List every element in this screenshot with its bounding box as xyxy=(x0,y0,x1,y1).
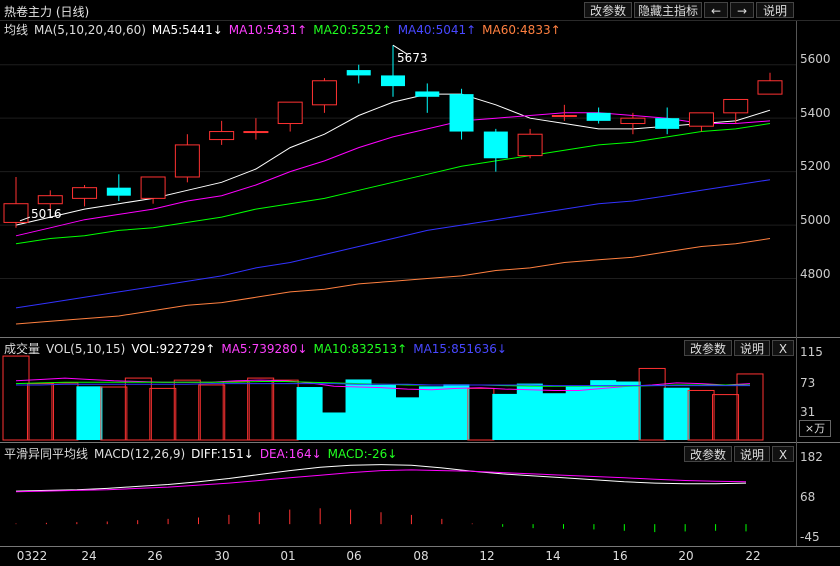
high-annotation: 5673 xyxy=(397,51,428,65)
candle-body-up xyxy=(311,80,337,106)
volume-bar-down xyxy=(516,383,543,440)
volume-bar-down xyxy=(663,387,690,440)
y-tick-label: 5400 xyxy=(800,106,831,120)
panel-divider xyxy=(0,337,840,338)
ma-line-ma60 xyxy=(15,238,771,325)
ma-line-ma20 xyxy=(15,123,771,245)
vol-y-tick-label: 73 xyxy=(800,376,816,390)
x-tick-label: 14 xyxy=(545,549,561,563)
ma-line-ma5 xyxy=(15,93,771,226)
y-tick-label: 5600 xyxy=(800,52,831,66)
x-tick-label: 01 xyxy=(280,549,296,563)
candle-body-up xyxy=(277,101,303,125)
volume-bar-down xyxy=(370,384,396,440)
candle-body-up xyxy=(517,133,543,157)
volume-bar-up xyxy=(51,382,79,441)
x-tick-label: 24 xyxy=(81,549,97,563)
volume-bar-down xyxy=(492,393,519,440)
macd-y-tick-label: 182 xyxy=(800,450,823,464)
x-tick-label: 26 xyxy=(147,549,163,563)
candle-body-up xyxy=(723,98,749,114)
volume-bar-down xyxy=(418,386,445,440)
volume-bar-down xyxy=(541,393,568,440)
candle-body-up xyxy=(140,176,166,199)
y-axis-divider xyxy=(796,21,797,546)
candle-body-up xyxy=(37,195,63,205)
volume-bar-down xyxy=(394,397,421,440)
x-tick-label: 16 xyxy=(612,549,628,563)
volume-bar-down xyxy=(565,386,592,440)
macd-y-tick-label: 68 xyxy=(800,490,816,504)
macd-line-diff xyxy=(15,464,747,492)
candle-body-down xyxy=(346,70,371,76)
candle-body-up xyxy=(174,144,200,178)
volume-bar-up xyxy=(467,387,495,441)
vol-y-tick-label: 115 xyxy=(800,345,823,359)
axis-divider xyxy=(0,546,840,547)
volume-bar-down xyxy=(345,379,372,440)
x-tick-label: 20 xyxy=(678,549,694,563)
x-tick-label: 0322 xyxy=(16,549,48,563)
volume-bar-up xyxy=(638,367,666,441)
volume-chart xyxy=(2,355,764,441)
candle-body-down xyxy=(415,91,440,97)
x-tick-label: 08 xyxy=(413,549,429,563)
volume-bar-down xyxy=(296,387,323,440)
candle-body-up xyxy=(620,117,646,125)
volume-bar-up xyxy=(198,384,226,441)
candle-body-up xyxy=(243,131,269,134)
y-tick-label: 5200 xyxy=(800,159,831,173)
candle-body-up xyxy=(72,187,98,199)
macd-y-tick-label: -45 xyxy=(800,530,820,544)
volume-bar-up xyxy=(687,389,715,441)
low-annotation: 5016 xyxy=(31,207,62,221)
x-tick-label: 06 xyxy=(346,549,362,563)
candle-body-down xyxy=(483,131,508,159)
volume-bar-up xyxy=(271,379,299,441)
volume-bar-up xyxy=(2,355,30,441)
volume-bar-up xyxy=(247,377,275,441)
y-tick-label: 4800 xyxy=(800,267,831,281)
volume-bar-up xyxy=(100,386,128,441)
candle-body-up xyxy=(209,131,235,141)
candle-body-down xyxy=(586,112,611,121)
ma-line-ma10 xyxy=(15,112,771,237)
candle-body-down xyxy=(106,187,131,196)
ma-line-ma40 xyxy=(15,179,771,309)
macd-chart xyxy=(15,464,747,533)
volume-bar-up xyxy=(712,394,740,441)
macd-line-dea xyxy=(15,469,747,493)
candle-body-up xyxy=(688,112,714,127)
candle-body-up xyxy=(551,115,577,118)
x-tick-label: 12 xyxy=(479,549,495,563)
volume-unit-badge[interactable]: ×万 xyxy=(799,420,831,437)
x-tick-label: 30 xyxy=(214,549,230,563)
volume-bar-down xyxy=(614,381,641,440)
volume-bar-up xyxy=(173,379,201,441)
volume-bar-up xyxy=(222,381,250,441)
volume-bar-down xyxy=(76,386,103,440)
volume-bar-up xyxy=(124,377,152,441)
volume-bar-down xyxy=(443,384,470,440)
vol-y-tick-label: 31 xyxy=(800,405,816,419)
x-tick-label: 22 xyxy=(745,549,761,563)
candle-body-down xyxy=(449,94,474,132)
volume-bar-up xyxy=(149,387,177,441)
candle-body-down xyxy=(381,75,405,87)
volume-bar-up xyxy=(26,383,54,441)
candle-body-down xyxy=(655,118,680,129)
volume-bar-down xyxy=(321,412,348,440)
y-tick-label: 5000 xyxy=(800,213,831,227)
candle-body-up xyxy=(757,80,783,95)
panel-divider xyxy=(0,442,840,443)
